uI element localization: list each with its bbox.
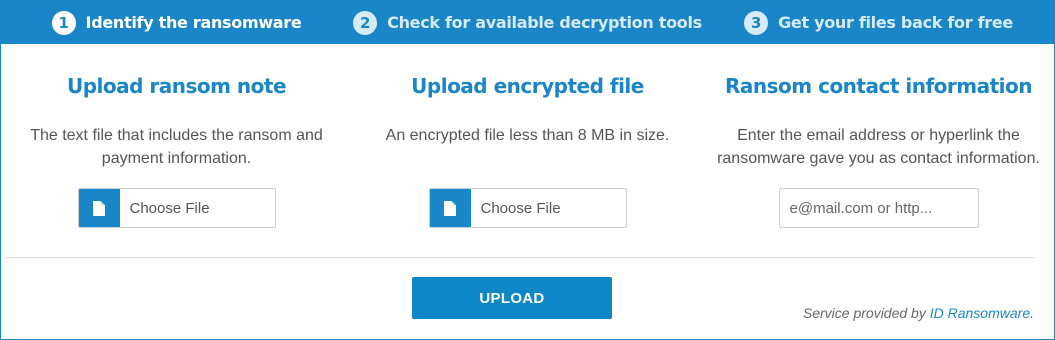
file-icon (429, 189, 471, 227)
contact-description: Enter the email address or hyperlink the… (717, 127, 1040, 167)
contact-input[interactable] (778, 188, 979, 228)
ransom-note-title: Upload ransom note (66, 74, 287, 98)
contact-title: Ransom contact information (725, 74, 1032, 98)
service-credit: Service provided by ID Ransomware. (803, 305, 1034, 321)
step-1: 1 Identify the ransomware (1, 10, 352, 35)
ransom-note-description: The text file that includes the ransom a… (30, 127, 323, 167)
id-ransomware-link[interactable]: ID Ransomware (930, 305, 1030, 321)
ransom-note-column: Upload ransom note The text file that in… (1, 44, 352, 256)
steps-bar: 1 Identify the ransomware 2 Check for av… (1, 1, 1054, 44)
step-1-label: Identify the ransomware (85, 13, 302, 32)
divider (5, 257, 1034, 258)
upload-columns: Upload ransom note The text file that in… (1, 44, 1054, 256)
contact-column: Ransom contact information Enter the ema… (703, 44, 1054, 256)
file-icon (78, 189, 120, 227)
encrypted-file-column: Upload encrypted file An encrypted file … (352, 44, 703, 256)
encrypted-file-title: Upload encrypted file (411, 74, 644, 98)
encrypted-file-description: An encrypted file less than 8 MB in size… (385, 127, 670, 144)
ransom-note-file-input[interactable]: Choose File (77, 188, 276, 228)
encrypted-file-choose-file-label: Choose File (480, 199, 561, 217)
upload-button[interactable]: UPLOAD (412, 277, 612, 319)
step-3-number: 3 (744, 10, 769, 35)
step-1-number: 1 (51, 10, 76, 35)
step-3: 3 Get your files back for free (703, 10, 1054, 35)
step-2-label: Check for available decryption tools (387, 13, 702, 32)
step-3-label: Get your files back for free (778, 13, 1013, 32)
ransomware-identifier-widget: 1 Identify the ransomware 2 Check for av… (0, 0, 1055, 340)
encrypted-file-file-input[interactable]: Choose File (428, 188, 627, 228)
service-credit-suffix: . (1030, 305, 1034, 321)
step-2: 2 Check for available decryption tools (352, 10, 703, 35)
step-2-number: 2 (353, 10, 378, 35)
ransom-note-choose-file-label: Choose File (129, 199, 210, 217)
service-credit-prefix: Service provided by (802, 305, 930, 321)
